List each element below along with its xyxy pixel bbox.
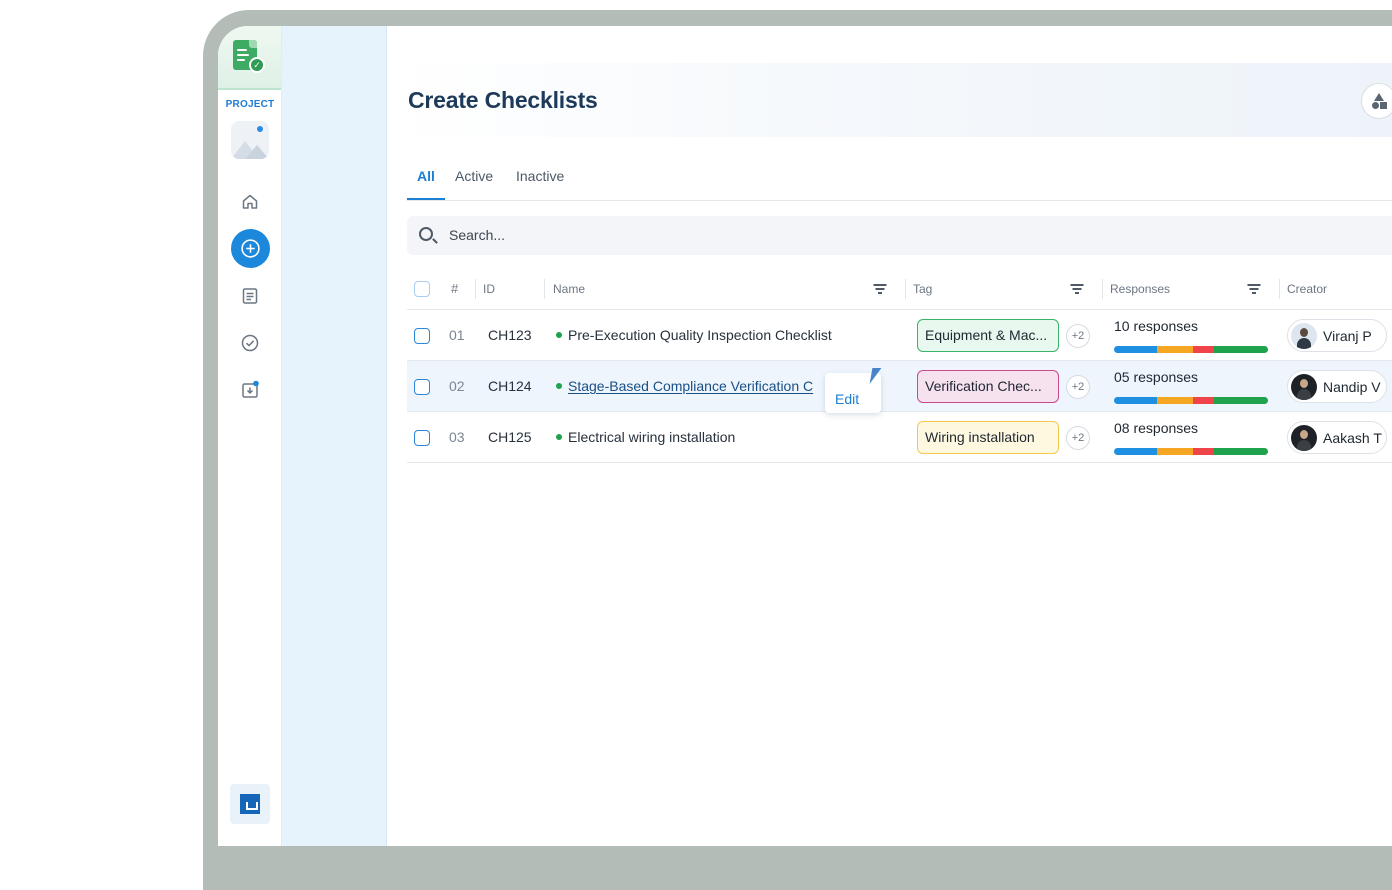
search-bar	[407, 216, 1392, 255]
edit-button[interactable]: Edit	[835, 391, 859, 407]
tab-inactive[interactable]: Inactive	[516, 168, 564, 184]
row-id: CH125	[488, 429, 532, 445]
responses-bar	[1114, 397, 1268, 404]
tab-all[interactable]: All	[417, 168, 435, 184]
responses-count: 05 responses	[1114, 369, 1199, 385]
creator-chip[interactable]: Nandip V	[1287, 370, 1387, 403]
active-status-dot	[556, 383, 562, 390]
filter-icon[interactable]	[1247, 283, 1261, 295]
tab-active[interactable]: Active	[455, 168, 493, 184]
active-tab-indicator	[407, 198, 445, 200]
row-number: 02	[449, 378, 465, 394]
filter-icon[interactable]	[1070, 283, 1084, 295]
table-header: # ID Name Tag Responses Creator	[407, 271, 1392, 310]
row-number: 03	[449, 429, 465, 445]
avatar	[1291, 374, 1317, 400]
row-checkbox[interactable]	[414, 430, 430, 446]
add-circle-icon	[241, 239, 260, 258]
home-icon[interactable]	[240, 192, 260, 212]
row-name-link[interactable]: Stage-Based Compliance Verification C	[568, 378, 813, 394]
column-header-tag: Tag	[913, 282, 933, 296]
project-image-icon[interactable]	[231, 121, 269, 159]
row-number: 01	[449, 327, 465, 343]
avatar	[1291, 425, 1317, 451]
table-row[interactable]: 03 CH125 Electrical wiring installation …	[407, 412, 1392, 463]
brand-logo-icon[interactable]	[230, 784, 270, 824]
active-status-dot	[556, 332, 562, 339]
responses-count: 10 responses	[1114, 318, 1199, 334]
select-all-checkbox[interactable]	[414, 281, 430, 297]
page-title: Create Checklists	[408, 87, 598, 113]
project-label: PROJECT	[225, 99, 275, 110]
row-checkbox[interactable]	[414, 328, 430, 344]
secondary-panel	[282, 26, 387, 846]
column-header-name: Name	[553, 282, 586, 296]
icon-rail: ✓ PROJECT	[218, 26, 282, 846]
column-header-responses: Responses	[1110, 282, 1171, 296]
table-row[interactable]: 01 CH123 Pre-Execution Quality Inspectio…	[407, 310, 1392, 361]
creator-chip[interactable]: Viranj P	[1287, 319, 1387, 352]
more-tags-badge[interactable]: +2	[1066, 426, 1090, 450]
tag-chip[interactable]: Wiring installation	[917, 421, 1059, 454]
active-status-dot	[556, 434, 562, 441]
table-row[interactable]: 02 CH124 Stage-Based Compliance Verifica…	[407, 361, 1392, 412]
creator-name: Aakash T	[1323, 430, 1382, 446]
column-header-num: #	[451, 281, 459, 296]
check-badge-icon: ✓	[249, 57, 265, 73]
create-checklist-nav-button[interactable]	[231, 229, 270, 268]
tag-chip[interactable]: Equipment & Mac...	[917, 319, 1059, 352]
creator-chip[interactable]: Aakash T	[1287, 421, 1387, 454]
row-name-text: Electrical wiring installation	[568, 429, 736, 445]
download-box-icon[interactable]	[240, 380, 260, 400]
search-icon	[419, 227, 433, 241]
filter-icon[interactable]	[873, 283, 887, 295]
row-id: CH124	[488, 378, 532, 394]
row-id: CH123	[488, 327, 532, 343]
app-screen: ✓ PROJECT Create Checklists All Active I…	[218, 26, 1392, 846]
app-logo[interactable]: ✓	[218, 26, 281, 90]
avatar	[1291, 323, 1317, 349]
responses-count: 08 responses	[1114, 420, 1199, 436]
more-tags-badge[interactable]: +2	[1066, 375, 1090, 399]
responses-bar	[1114, 448, 1268, 455]
search-input[interactable]	[449, 225, 949, 245]
row-name-text: Pre-Execution Quality Inspection Checkli…	[568, 327, 832, 343]
header-shapes-button[interactable]	[1361, 83, 1392, 119]
tag-chip[interactable]: Verification Chec...	[917, 370, 1059, 403]
row-name[interactable]: Electrical wiring installation	[556, 429, 735, 445]
creator-name: Nandip V	[1323, 379, 1381, 395]
row-name[interactable]: Stage-Based Compliance Verification C	[556, 378, 813, 394]
status-tabs: All Active Inactive	[407, 166, 1392, 201]
row-checkbox[interactable]	[414, 379, 430, 395]
creator-name: Viranj P	[1323, 328, 1372, 344]
more-tags-badge[interactable]: +2	[1066, 324, 1090, 348]
document-icon[interactable]	[240, 286, 260, 306]
column-header-id: ID	[483, 282, 495, 296]
responses-bar	[1114, 346, 1268, 353]
column-header-creator: Creator	[1287, 282, 1328, 296]
check-circle-icon[interactable]	[240, 333, 260, 353]
main-content: Create Checklists All Active Inactive # …	[387, 26, 1392, 846]
row-name[interactable]: Pre-Execution Quality Inspection Checkli…	[556, 327, 832, 343]
